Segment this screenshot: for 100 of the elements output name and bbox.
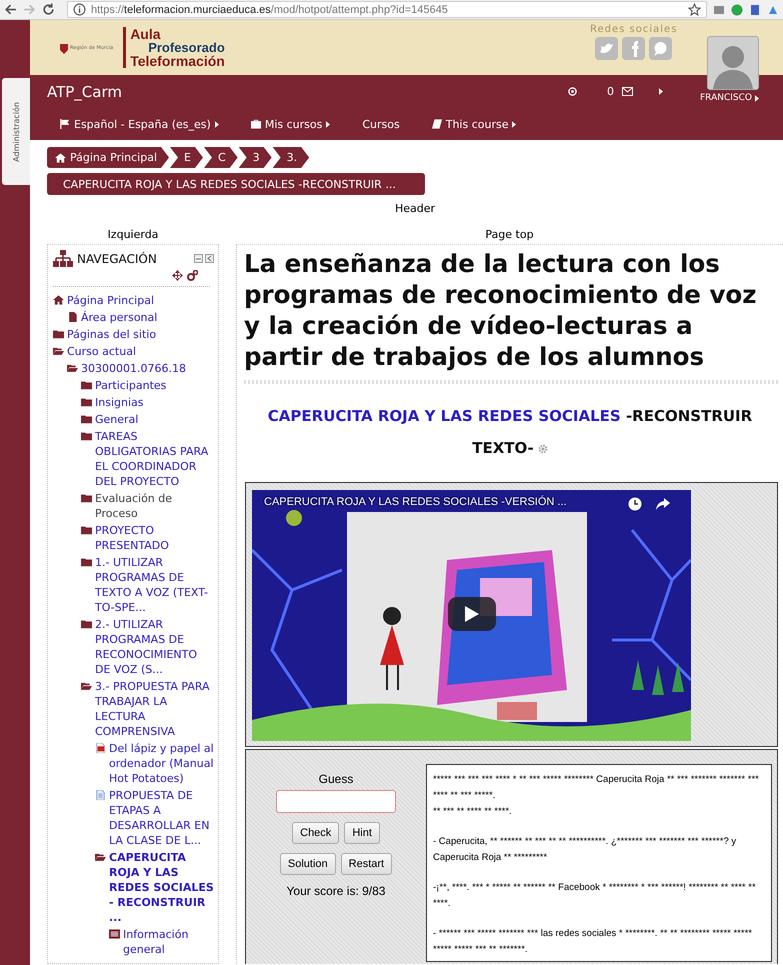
share-icon[interactable]: [656, 498, 670, 510]
nav-link[interactable]: Información general: [123, 927, 214, 957]
clock-icon[interactable]: [628, 497, 642, 511]
info-icon: [73, 3, 86, 16]
folder-icon: [81, 414, 92, 424]
notification-icon[interactable]: [568, 87, 577, 96]
nav-link[interactable]: General: [95, 412, 138, 427]
folder-icon: [81, 557, 92, 567]
video-title[interactable]: CAPERUCITA ROJA Y LAS REDES SOCIALES -VERSIÓN ...: [264, 496, 567, 508]
back-button[interactable]: [4, 3, 17, 16]
guess-label: Guess: [318, 772, 354, 786]
page-title-bar: CAPERUCITA ROJA Y LAS REDES SOCIALES -RECONSTRUIR ...: [47, 173, 425, 195]
flag-icon: [60, 119, 70, 129]
briefcase-icon: [250, 119, 261, 129]
nav-link[interactable]: Páginas del sitio: [67, 327, 156, 342]
gear-icon[interactable]: [538, 444, 548, 454]
address-bar[interactable]: https://teleformacion.murciaeduca.es/mod/hotpot/attempt.php?id=145645: [67, 1, 707, 18]
extension-icon[interactable]: [713, 4, 725, 16]
crest-icon: [60, 42, 68, 54]
guess-field[interactable]: [276, 790, 396, 813]
nav-link[interactable]: Participantes: [95, 378, 166, 393]
star-icon[interactable]: [688, 3, 701, 16]
breadcrumb-link[interactable]: C: [204, 147, 238, 168]
folder-icon: [81, 619, 92, 629]
play-icon: [465, 606, 479, 622]
folder-icon: [81, 380, 92, 390]
report-icon: [109, 929, 120, 939]
passage-paragraph: - Caperucita, ** ****** ** *** ** ** **********. ¿******* *** ******* *** ******? y Caperucita Roja ** *********: [433, 835, 738, 865]
region-label: Page top: [485, 228, 534, 241]
move-icon[interactable]: [172, 270, 183, 281]
folder-icon: [81, 493, 92, 503]
quiz-button[interactable]: Hint: [344, 822, 380, 844]
nav-link[interactable]: 30300001.0766.18: [81, 361, 186, 376]
menu-item[interactable]: Español - España (es_es): [60, 118, 219, 130]
avatar[interactable]: [707, 36, 759, 90]
caret-icon: [326, 120, 330, 128]
nav-link[interactable]: Área personal: [81, 310, 158, 325]
message-count[interactable]: 0: [607, 85, 614, 98]
social-label: Redes sociales: [590, 24, 678, 35]
home-icon: [55, 152, 66, 162]
caret-icon: [214, 120, 219, 128]
passage-paragraph: ***** *** *** *** **** * ** *** ***** ******** Caperucita Roja ** *** ******* ******* *** **** ** *** *****. ** *** ** **** ** ****.: [433, 773, 760, 819]
breadcrumb-link[interactable]: 3: [238, 147, 272, 168]
extension-icon[interactable]: [749, 4, 761, 16]
extension-icon[interactable]: [731, 4, 743, 16]
quiz-button[interactable]: Restart: [340, 853, 392, 875]
nav-label: Evaluación de Proceso: [95, 491, 174, 521]
url-text: https://teleformacion.murciaeduca.es/mod/hotpot/attempt.php?id=145645: [91, 4, 448, 16]
logo[interactable]: Aula Profesorado Teleformación: [123, 27, 225, 68]
breadcrumb-link[interactable]: E: [170, 147, 203, 168]
administration-tab[interactable]: Administración: [2, 78, 30, 185]
menu-item[interactable]: Cursos: [362, 118, 400, 130]
pdf-file-icon: [95, 743, 106, 753]
nav-link[interactable]: Curso actual: [67, 344, 136, 359]
dock-block-icon[interactable]: [205, 254, 214, 263]
hide-block-icon[interactable]: [194, 254, 203, 263]
nav-link[interactable]: TAREAS OBLIGATORIAS PARA EL COORDINADOR DEL PROYECTO: [95, 429, 214, 489]
passage-paragraph: - ****** *** ***** ******* *** las redes sociales * ********. ** ** ******** ***** ***** ***** ***** *** ** *******.: [433, 927, 753, 957]
reload-button[interactable]: [42, 3, 55, 16]
quiz-button[interactable]: Solution: [280, 853, 336, 875]
open-folder-icon: [67, 363, 78, 373]
nav-link[interactable]: Del lápiz y papel al ordenador (Manual Hot Potatoes): [109, 741, 214, 786]
activity-title: CAPERUCITA ROJA Y LAS REDES SOCIALES -RECONSTRUIR TEXTO-: [266, 406, 754, 459]
book-icon: [432, 119, 442, 129]
extension-icon[interactable]: [767, 4, 779, 16]
quiz-button[interactable]: Check: [292, 822, 340, 844]
breadcrumb-link[interactable]: Página Principal: [47, 147, 170, 168]
passage-paragraph: -¡**, ****. *** * ***** ** ****** ** Facebook * ******** * *** ******! ******** ** **** ** ****.: [433, 881, 757, 911]
envelope-icon[interactable]: [622, 87, 633, 96]
open-folder-icon: [81, 681, 92, 691]
score-text: Your score is: 9/83: [286, 884, 386, 898]
nav-link[interactable]: PROYECTO PRESENTADO: [95, 523, 214, 553]
site-name[interactable]: ATP_Carm: [47, 82, 122, 100]
nav-link[interactable]: 1.- UTILIZAR PROGRAMAS DE TEXTO A VOZ (TEXT-TO-SPE...: [95, 555, 214, 615]
menu-item[interactable]: This course: [432, 118, 516, 130]
nav-link[interactable]: 3.- PROPUESTA PARA TRABAJAR LA LECTURA COMPRENSIVA: [95, 679, 214, 739]
caret-icon: [754, 94, 759, 102]
page-icon: [67, 312, 78, 322]
gears-icon[interactable]: [187, 270, 198, 281]
folder-icon: [81, 431, 92, 441]
nav-link[interactable]: 2.- UTILIZAR PROGRAMAS DE RECONOCIMIENTO DE VOZ (S...: [95, 617, 214, 677]
document-icon: [95, 790, 106, 800]
folder-icon: [81, 397, 92, 407]
region-label: Izquierda: [108, 228, 158, 241]
nav-link[interactable]: PROPUESTA DE ETAPAS A DESARROLLAR EN LA CLASE DE L...: [109, 788, 214, 848]
breadcrumb-link[interactable]: 3.: [272, 147, 310, 168]
menu-item[interactable]: Mis cursos: [250, 118, 330, 130]
nav-link[interactable]: Página Principal: [67, 293, 154, 308]
region-label: Header: [394, 202, 436, 215]
page-heading: La enseñanza de la lectura con los programas de reconocimiento de voz y la creación de vídeo-lecturas a partir de trabajos de los alumnos: [244, 248, 758, 372]
home-icon: [53, 295, 64, 305]
caret-icon: [512, 120, 516, 128]
nav-link[interactable]: Insignias: [95, 395, 144, 410]
user-menu[interactable]: FRANCISCO: [700, 93, 759, 103]
block-title: NAVEGACIÓN: [77, 252, 157, 266]
nav-link[interactable]: CAPERUCITA ROJA Y LAS REDES SOCIALES - RECONSTRUIR ...: [109, 850, 214, 925]
play-button[interactable]: [448, 597, 496, 631]
open-folder-icon: [53, 346, 64, 356]
folder-icon: [53, 329, 64, 339]
folder-icon: [81, 525, 92, 535]
